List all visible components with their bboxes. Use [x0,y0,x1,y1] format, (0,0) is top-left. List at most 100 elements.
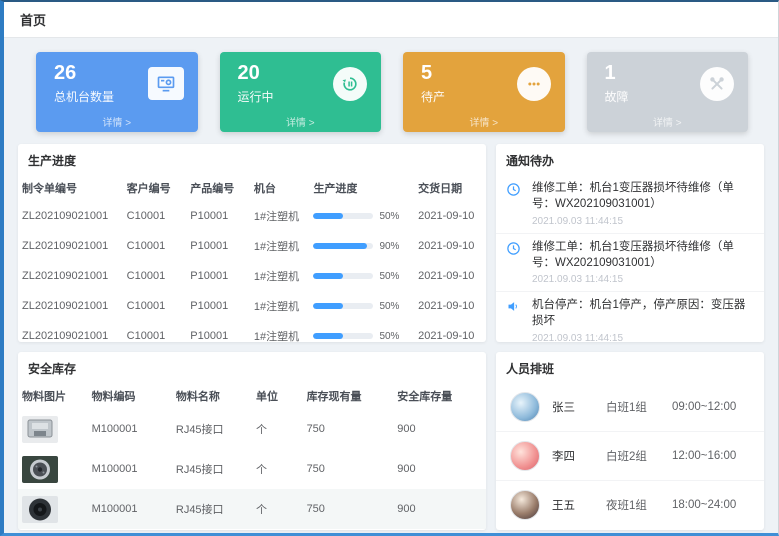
machine: 1#注塑机 [250,291,310,321]
detail-link[interactable]: 详情 > [587,114,749,129]
machine: 1#注塑机 [250,201,310,231]
table-row: ZL202109021001 C10001 P10001 1#注塑机 50% 2… [18,321,486,342]
shift-time: 09:00~12:00 [672,401,736,413]
customer-no: C10001 [123,291,187,321]
stat-cards: 26 总机台数量 详情 > 20 运行中 详情 > [18,48,764,132]
table-row: ZL202109021001 C10001 P10001 1#注塑机 50% 2… [18,201,486,231]
material-name: RJ45接口 [172,449,252,489]
customer-no: C10001 [123,321,187,342]
todo-item[interactable]: 维修工单：机台1变压器损坏待维修（单号：WX202109031001） 2021… [496,234,764,293]
unit: 个 [252,409,303,449]
stat-card-waiting[interactable]: 5 待产 详情 > [403,52,565,132]
shift-time: 18:00~24:00 [672,499,736,511]
col-progress: 生产进度 [309,175,414,201]
progress-cell: 50% [309,321,414,342]
clock-icon [506,240,524,286]
todo-time: 2021.09.03 11:44:15 [532,216,754,227]
customer-no: C10001 [123,231,187,261]
material-name: RJ45接口 [172,489,252,529]
progress-bar [313,273,373,279]
material-name: RJ45接口 [172,409,252,449]
todo-item[interactable]: 机台停产：机台1停产，停产原因：变压器损坏 2021.09.03 11:44:1… [496,292,764,342]
product-no: P10001 [186,231,250,261]
progress-bar [313,303,373,309]
delivery-date: 2021-09-10 [414,321,486,342]
table-header-row: 制令单编号 客户编号 产品编号 机台 生产进度 交货日期 [18,175,486,201]
material-code: M100001 [88,409,172,449]
circular-connector-image [22,456,58,483]
machine: 1#注塑机 [250,231,310,261]
safety-stock: 900 [393,409,486,449]
current-stock: 750 [303,449,394,489]
unit: 个 [252,489,303,529]
schedule-row: 张三 白班1组 09:00~12:00 [496,383,764,432]
shift-name: 白班2组 [606,448,672,464]
machine: 1#注塑机 [250,321,310,342]
production-table: 制令单编号 客户编号 产品编号 机台 生产进度 交货日期 ZL202109021… [18,175,486,342]
avatar [510,392,540,422]
main-content: 26 总机台数量 详情 > 20 运行中 详情 > [4,38,778,530]
inventory-table: 物料图片 物料编码 物料名称 单位 库存现有量 安全库存量 [18,383,486,529]
col-material-name: 物料名称 [172,383,252,409]
avatar [510,490,540,520]
delivery-date: 2021-09-10 [414,261,486,291]
shift-name: 白班1组 [606,399,672,415]
safety-stock: 900 [393,489,486,529]
material-code: M100001 [88,489,172,529]
staff-name: 张三 [552,399,606,415]
order-no: ZL202109021001 [18,231,123,261]
progress-label: 50% [379,331,399,342]
table-row: ZL202109021001 C10001 P10001 1#注塑机 50% 2… [18,261,486,291]
detail-link[interactable]: 详情 > [36,114,198,129]
stat-card-fault[interactable]: 1 故障 详情 > [587,52,749,132]
speaker-part-image [22,496,58,523]
progress-label: 50% [379,211,399,222]
todo-item[interactable]: 维修工单：机台1变压器损坏待维修（单号：WX202109031001） 2021… [496,175,764,234]
shift-time: 12:00~16:00 [672,450,736,462]
progress-label: 50% [379,301,399,312]
waiting-icon [517,67,551,101]
panel-title: 生产进度 [18,144,486,175]
todo-content: 机台停产：机台1停产，停产原因：变压器损坏 2021.09.03 11:44:1… [532,298,754,342]
current-stock: 750 [303,489,394,529]
schedule-row: 李四 白班2组 12:00~16:00 [496,432,764,481]
order-no: ZL202109021001 [18,291,123,321]
todo-content: 维修工单：机台1变压器损坏待维修（单号：WX202109031001） 2021… [532,240,754,286]
stat-card-running[interactable]: 20 运行中 详情 > [220,52,382,132]
fault-icon [700,67,734,101]
panel-title: 安全库存 [18,352,486,383]
col-delivery-date: 交货日期 [414,175,486,201]
safety-stock-panel: 安全库存 物料图片 物料编码 物料名称 单位 库存现有量 安全库存量 [18,352,486,530]
page-title: 首页 [20,10,46,29]
col-order-no: 制令单编号 [18,175,123,201]
progress-cell: 50% [309,261,414,291]
detail-link[interactable]: 详情 > [403,114,565,129]
panel-title: 通知待办 [496,144,764,175]
speaker-icon [506,298,524,342]
customer-no: C10001 [123,201,187,231]
col-product-no: 产品编号 [186,175,250,201]
clock-icon [506,181,524,227]
detail-link[interactable]: 详情 > [220,114,382,129]
todo-content: 维修工单：机台1变压器损坏待维修（单号：WX202109031001） 2021… [532,181,754,227]
running-icon [333,67,367,101]
order-no: ZL202109021001 [18,321,123,342]
material-image-cell [18,449,88,489]
col-current-stock: 库存现有量 [303,383,394,409]
staff-name: 王五 [552,497,606,513]
delivery-date: 2021-09-10 [414,291,486,321]
progress-bar [313,243,373,249]
delivery-date: 2021-09-10 [414,201,486,231]
table-row: ZL202109021001 C10001 P10001 1#注塑机 50% 2… [18,291,486,321]
todo-text: 维修工单：机台1变压器损坏待维修（单号：WX202109031001） [532,240,754,272]
product-no: P10001 [186,201,250,231]
col-machine: 机台 [250,175,310,201]
safety-stock: 900 [393,449,486,489]
table-row: ZL202109021001 C10001 P10001 1#注塑机 90% 2… [18,231,486,261]
product-no: P10001 [186,261,250,291]
machine: 1#注塑机 [250,261,310,291]
stat-card-total-machines[interactable]: 26 总机台数量 详情 > [36,52,198,132]
material-code: M100001 [88,449,172,489]
current-stock: 750 [303,409,394,449]
progress-bar [313,213,373,219]
